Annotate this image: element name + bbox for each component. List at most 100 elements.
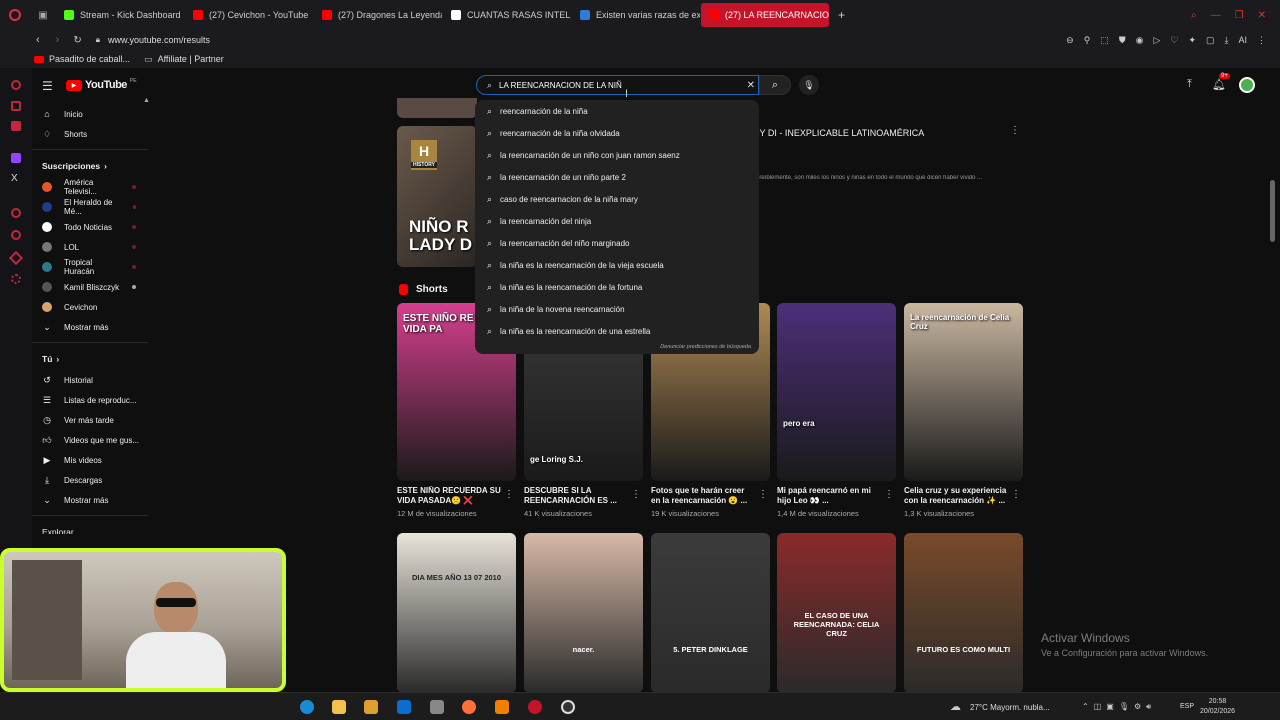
short-title[interactable]: DESCUBRE SI LA REENCARNACIÓN ES ... xyxy=(524,486,628,506)
avatar[interactable] xyxy=(1239,77,1255,93)
x-icon[interactable]: X xyxy=(11,173,18,184)
sidebar-item-subscription[interactable]: LOL xyxy=(32,237,148,257)
search-suggestion[interactable]: ⌕ la reencarnación del niño marginado xyxy=(475,232,759,254)
short-title[interactable]: Celia cruz y su experiencia con la reenc… xyxy=(904,486,1008,506)
search-suggestion[interactable]: ⌕ la niña es la reencarnación de la fortu… xyxy=(475,276,759,298)
video-title[interactable]: LADY DI - INEXPLICABLE LATINOAMÉRICA xyxy=(728,128,988,140)
report-predictions-link[interactable]: Denunciar predicciones de búsqueda xyxy=(660,344,751,350)
short-thumbnail[interactable]: EL CASO DE UNA REENCARNADA: CELIA CRUZ xyxy=(777,533,896,693)
search-input[interactable]: LA REENCARNACION DE LA NIÑ xyxy=(499,81,622,90)
sidebar-item-subscription[interactable]: Todo Noticias xyxy=(32,217,148,237)
reload-icon[interactable]: ↻ xyxy=(73,35,81,46)
sidebar-item-subscription[interactable]: América Televisi... xyxy=(32,177,148,197)
search-suggestion[interactable]: ⌕ la niña de la novena reencarnación xyxy=(475,298,759,320)
short-thumbnail[interactable]: nacer. xyxy=(524,533,643,693)
you-heading[interactable]: Tú › xyxy=(32,348,148,370)
sidebar-item-shorts[interactable]: ♢ Shorts xyxy=(32,124,148,144)
short-title[interactable]: Fotos que te harán creer en la reencarna… xyxy=(651,486,755,506)
settings-icon[interactable] xyxy=(11,274,21,284)
shield-icon[interactable]: ⛊ xyxy=(1119,35,1126,46)
weather-text[interactable]: 27°C Mayorm. nubla... xyxy=(970,703,1050,712)
outlook-icon[interactable] xyxy=(397,700,411,714)
browser-tab[interactable]: Stream - Kick Dashboard xyxy=(56,3,184,27)
history-icon[interactable] xyxy=(11,230,21,240)
short-thumbnail[interactable]: DIA MES AÑO 13 07 2010 xyxy=(397,533,516,693)
edge-icon[interactable] xyxy=(300,700,314,714)
download-icon[interactable]: ⤓ xyxy=(1225,35,1229,46)
rail-icon[interactable] xyxy=(11,101,21,111)
ai-icon[interactable]: AI xyxy=(1238,35,1247,46)
sidebar-item-subscription[interactable]: Kamil Bliszczyk xyxy=(32,277,148,297)
browser-tab[interactable]: CUANTAS RASAS INTELIG xyxy=(443,3,571,27)
youtube-logo[interactable]: ▶ YouTube PE xyxy=(66,78,137,91)
screenshot-icon[interactable]: ⬚ xyxy=(1100,35,1109,46)
obs-icon[interactable] xyxy=(561,700,575,714)
clear-search-icon[interactable]: ✕ xyxy=(747,80,755,91)
hamburger-icon[interactable]: ☰ xyxy=(42,79,53,93)
short-thumbnail[interactable]: FUTURO ES COMO MULTI xyxy=(904,533,1023,693)
bookmark-item[interactable]: Pasadito de caball... xyxy=(34,54,130,64)
browser-menu-icon[interactable] xyxy=(0,9,30,21)
more-options-icon[interactable]: ⋮ xyxy=(758,489,768,500)
minimize-icon[interactable]: — xyxy=(1211,10,1221,21)
search-suggestion[interactable]: ⌕ reencarnación de la niña olvidada xyxy=(475,122,759,144)
heart-icon[interactable]: ♡ xyxy=(1170,35,1178,46)
more-options-icon[interactable]: ⋮ xyxy=(631,489,641,500)
rail-icon[interactable] xyxy=(11,208,21,218)
voice-search-button[interactable]: 🎙︎ xyxy=(799,75,819,95)
rail-icon[interactable] xyxy=(8,250,24,266)
short-title[interactable]: ESTE NIÑO RECUERDA SU VIDA PASADA🙁 ❌ (ca… xyxy=(397,486,501,506)
short-card[interactable]: pero era Mi papá reencarnó en mi hijo Leo… xyxy=(777,303,896,518)
calculator-icon[interactable] xyxy=(364,700,378,714)
clock[interactable]: 20:58 20/02/2026 xyxy=(1200,697,1235,717)
short-thumbnail[interactable]: La reencarnación de Celia Cruz xyxy=(904,303,1023,481)
firefox-icon[interactable] xyxy=(462,700,476,714)
short-thumbnail[interactable]: pero era xyxy=(777,303,896,481)
sidebar-item-you[interactable]: 👍︎ Videos que me gus... xyxy=(32,430,148,450)
restore-icon[interactable]: ❐ xyxy=(1235,10,1244,21)
video-thumbnail[interactable]: H HISTORY NIÑO R LADY D xyxy=(397,126,477,267)
subscriptions-heading[interactable]: Suscripciones › xyxy=(32,155,148,177)
sidebar-item-you[interactable]: ◷ Ver más tarde xyxy=(32,410,148,430)
pin-icon[interactable]: ⚲ xyxy=(1084,35,1091,46)
search-suggestion[interactable]: ⌕ la niña es la reencarnación de la vieja… xyxy=(475,254,759,276)
search-box[interactable]: ⌕ LA REENCARNACION DE LA NIÑ ✕ xyxy=(476,75,759,95)
browser-tab[interactable]: Existen varias razas de ex xyxy=(572,3,700,27)
search-icon[interactable]: ⌕ xyxy=(1191,10,1197,21)
zoom-icon[interactable]: ⊖ xyxy=(1066,35,1074,46)
sidebar-item-subscription[interactable]: El Heraldo de Mé... xyxy=(32,197,148,217)
sidebar-item-you[interactable]: ▶ Mis videos xyxy=(32,450,148,470)
extensions-icon[interactable]: ✦ xyxy=(1188,35,1196,46)
video-thumbnail-top[interactable] xyxy=(397,98,477,118)
video-more-icon[interactable]: ⋮ xyxy=(1010,125,1020,136)
sidebar-item-you[interactable]: ⤓ Descargas xyxy=(32,470,148,490)
search-suggestion[interactable]: ⌕ la reencarnación de un niño parte 2 xyxy=(475,166,759,188)
back-icon[interactable]: ‹ xyxy=(36,34,40,46)
rail-icon[interactable] xyxy=(11,80,21,90)
sidebar-item-you[interactable]: ☰ Listas de reproduc... xyxy=(32,390,148,410)
close-icon[interactable]: ✕ xyxy=(1258,10,1266,21)
browser-tab[interactable]: (27) LA REENCARNACION xyxy=(701,3,829,27)
camera-icon[interactable]: ◉ xyxy=(1136,35,1144,46)
more-options-icon[interactable]: ⋮ xyxy=(884,489,894,500)
show-more-subs[interactable]: ⌄ Mostrar más xyxy=(32,317,148,337)
short-title[interactable]: Mi papá reencarnó en mi hijo Leo 👀 ... xyxy=(777,486,881,506)
rail-icon[interactable] xyxy=(11,121,21,131)
upload-icon[interactable]: ⤒ xyxy=(1187,78,1192,91)
sidebar-scroll-arrow[interactable]: ▲ xyxy=(143,97,150,104)
app-icon[interactable] xyxy=(430,700,444,714)
page-scrollbar[interactable] xyxy=(1270,180,1275,242)
sidebar-item-subscription[interactable]: Tropical Huracán xyxy=(32,257,148,277)
short-thumbnail[interactable]: 5. PETER DINKLAGE xyxy=(651,533,770,693)
sidebar-item-you[interactable]: ⌄ Mostrar más xyxy=(32,490,148,510)
bookmark-item[interactable]: ▭ Affiliate | Partner xyxy=(144,54,224,65)
language-indicator[interactable]: ESP xyxy=(1180,703,1194,710)
search-suggestion[interactable]: ⌕ la reencarnación del ninja xyxy=(475,210,759,232)
sidebar-item-subscription[interactable]: Cevichon xyxy=(32,297,148,317)
search-suggestion[interactable]: ⌕ caso de reencarnacion de la niña mary xyxy=(475,188,759,210)
vlc-icon[interactable] xyxy=(495,700,509,714)
file-explorer-icon[interactable] xyxy=(332,700,346,714)
url-field[interactable]: www.youtube.com/results xyxy=(108,35,210,45)
tray-icons[interactable]: ⌃◫▣🎙︎⚙🔊︎ xyxy=(1082,702,1156,712)
twitch-icon[interactable] xyxy=(11,153,21,163)
